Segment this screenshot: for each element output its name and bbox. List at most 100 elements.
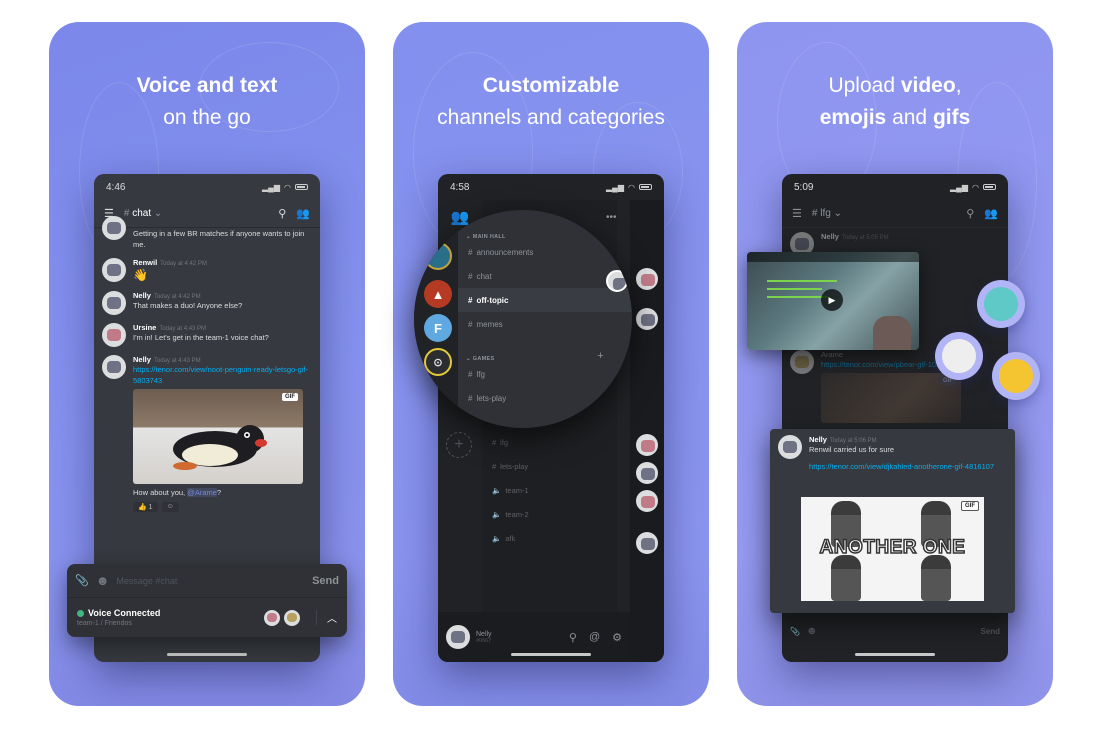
card-headline: Customizable channels and categories xyxy=(393,70,709,134)
voice-channel-item[interactable]: 🔈 team-1 xyxy=(482,478,617,502)
search-icon[interactable]: ⚲ xyxy=(278,207,286,220)
mentions-icon[interactable]: @ xyxy=(589,631,600,643)
video-attachment[interactable]: ▶ xyxy=(747,252,919,350)
gif-figure xyxy=(831,555,861,601)
message-author[interactable]: Renwil xyxy=(133,258,157,267)
voice-and-input-panel: 📎 ☻ Message #chat Send Voice Connected t… xyxy=(67,564,347,637)
user-avatar[interactable] xyxy=(446,625,470,649)
avatar-renwil[interactable] xyxy=(102,258,126,282)
send-button[interactable]: Send xyxy=(980,627,1000,636)
channel-title[interactable]: # lfg ⌄ xyxy=(812,208,956,219)
avatar-nelly[interactable] xyxy=(102,355,126,379)
member-avatar[interactable] xyxy=(636,490,658,512)
hamburger-menu-icon[interactable]: ☰ xyxy=(792,207,802,220)
reactions: 👍 1 ☺ xyxy=(133,502,312,512)
server-icon-overwatch[interactable]: ⊙ xyxy=(424,348,452,376)
card-headline: Upload video, emojis and gifs xyxy=(737,70,1053,134)
penguin-gif[interactable]: GIF xyxy=(133,389,303,484)
message-author[interactable]: Ursine xyxy=(133,323,156,332)
popup-message: Nelly Today at 5:06 PM Renwil carried us … xyxy=(770,429,1015,613)
message-text: Renwil carried us for sure xyxy=(809,445,895,454)
voice-channel-item[interactable]: 🔈 team-2 xyxy=(482,502,617,526)
signal-wifi-battery-icons: ▂▄▆ ◠ xyxy=(606,183,652,192)
category-header[interactable]: ⌄ GAMES + xyxy=(458,344,632,362)
channel-item[interactable]: # memes xyxy=(458,312,632,336)
member-avatar[interactable] xyxy=(636,532,658,554)
avatar-nelly[interactable] xyxy=(102,291,126,315)
avatar-nelly[interactable] xyxy=(778,435,802,459)
bear-gif[interactable]: GIF xyxy=(821,373,961,423)
chevron-up-icon[interactable]: ︿ xyxy=(316,610,337,625)
channel-title[interactable]: # chat ⌄ xyxy=(124,208,268,219)
member-avatar[interactable] xyxy=(636,308,658,330)
channel-item[interactable]: # lfg xyxy=(458,362,632,386)
member-avatar[interactable] xyxy=(636,268,658,290)
channel-item[interactable]: # lets-play xyxy=(482,454,617,478)
status-time: 5:09 xyxy=(794,181,814,193)
send-button[interactable]: Send xyxy=(312,575,339,587)
server-icon[interactable] xyxy=(424,242,452,270)
home-indicator xyxy=(855,653,935,656)
tenor-link[interactable]: https://tenor.com/view/djkahled-anothero… xyxy=(809,461,1007,472)
message-timestamp: Today at 5:05 PM xyxy=(841,235,889,241)
add-channel-icon[interactable]: + xyxy=(597,228,604,240)
avatar-ursine[interactable] xyxy=(102,323,126,347)
attach-icon[interactable]: 📎 xyxy=(790,627,800,636)
category-header[interactable]: ⌄ MAIN HALL + xyxy=(458,222,632,240)
member-avatar[interactable] xyxy=(636,462,658,484)
message-item: Nelly Today at 4:42 PM That makes a duo! … xyxy=(94,287,320,319)
emoji-bubble-bear[interactable] xyxy=(977,280,1025,328)
status-bar: 4:46 ▂▄▆ ◠ xyxy=(94,174,320,200)
server-icon-fortnite[interactable]: F xyxy=(424,314,452,342)
message-author[interactable]: Nelly xyxy=(821,232,839,241)
another-one-gif[interactable]: ANOTHER ONE GIF xyxy=(801,497,984,601)
attach-icon[interactable]: 📎 xyxy=(75,574,89,587)
emoji-bubble-blob[interactable] xyxy=(992,352,1040,400)
signal-wifi-battery-icons: ▂▄▆ ◠ xyxy=(950,183,996,192)
headline-bold: emojis xyxy=(819,106,887,129)
member-avatar[interactable] xyxy=(606,270,628,292)
followup-prefix: How about you, xyxy=(133,488,188,497)
channel-name: lets-play xyxy=(500,461,529,471)
server-icons: ▲ F ⊙ xyxy=(414,210,458,428)
add-server-icon[interactable]: + xyxy=(446,432,472,458)
server-icon-apex[interactable]: ▲ xyxy=(424,280,452,308)
signal-icon: ▂▄▆ xyxy=(950,182,969,192)
message-input[interactable]: Message #chat xyxy=(116,576,305,586)
emoji-icon[interactable]: ☻ xyxy=(806,625,818,637)
channel-name: announcements xyxy=(476,247,534,257)
message-author[interactable]: Nelly xyxy=(809,435,827,444)
channel-item[interactable]: # announcements xyxy=(458,240,632,264)
headline-bold: Voice and text xyxy=(136,74,278,97)
voice-channel-item[interactable]: 🔈 afk xyxy=(482,526,617,550)
battery-icon xyxy=(295,184,308,190)
channel-item-active[interactable]: # off-topic xyxy=(458,288,632,312)
members-icon[interactable]: 👥 xyxy=(984,207,998,220)
settings-gear-icon[interactable]: ⚙ xyxy=(612,631,622,644)
magnified-channel-list: ▲ F ⊙ ⌄ MAIN HALL + # announcements # cha… xyxy=(414,210,632,428)
channel-item[interactable]: # lets-play xyxy=(458,386,632,410)
search-icon[interactable]: ⚲ xyxy=(966,207,974,220)
channel-header: ☰ # chat ⌄ ⚲ 👥 xyxy=(94,200,320,228)
status-bar: 5:09 ▂▄▆ ◠ xyxy=(782,174,1008,200)
message-author[interactable]: Nelly xyxy=(133,291,151,300)
emoji-icon[interactable]: ☻ xyxy=(96,573,110,588)
play-icon[interactable]: ▶ xyxy=(821,289,843,311)
category-list: ⌄ MAIN HALL + # announcements # chat # of… xyxy=(458,210,632,428)
members-icon[interactable]: 👥 xyxy=(296,207,310,220)
emoji-bubble-dog[interactable] xyxy=(935,332,983,380)
add-reaction-icon[interactable]: ☺ xyxy=(161,502,179,512)
tenor-link[interactable]: https://tenor.com/view/noot-penguin-read… xyxy=(133,364,312,386)
voice-connected-bar[interactable]: Voice Connected team-1 / Friendos ︿ xyxy=(67,598,347,637)
reaction-count: 1 xyxy=(148,504,153,511)
avatar-arame[interactable] xyxy=(790,350,814,374)
member-avatar[interactable] xyxy=(636,434,658,456)
home-indicator xyxy=(511,653,591,656)
bear-emoji-icon xyxy=(984,287,1018,321)
add-channel-icon[interactable]: + xyxy=(597,350,604,362)
channel-item[interactable]: # lfg xyxy=(482,430,617,454)
search-icon[interactable]: ⚲ xyxy=(569,631,577,644)
user-mention[interactable]: @Arame xyxy=(187,488,217,497)
reaction-thumbs-up[interactable]: 👍 1 xyxy=(133,502,158,512)
message-author[interactable]: Nelly xyxy=(133,355,151,364)
